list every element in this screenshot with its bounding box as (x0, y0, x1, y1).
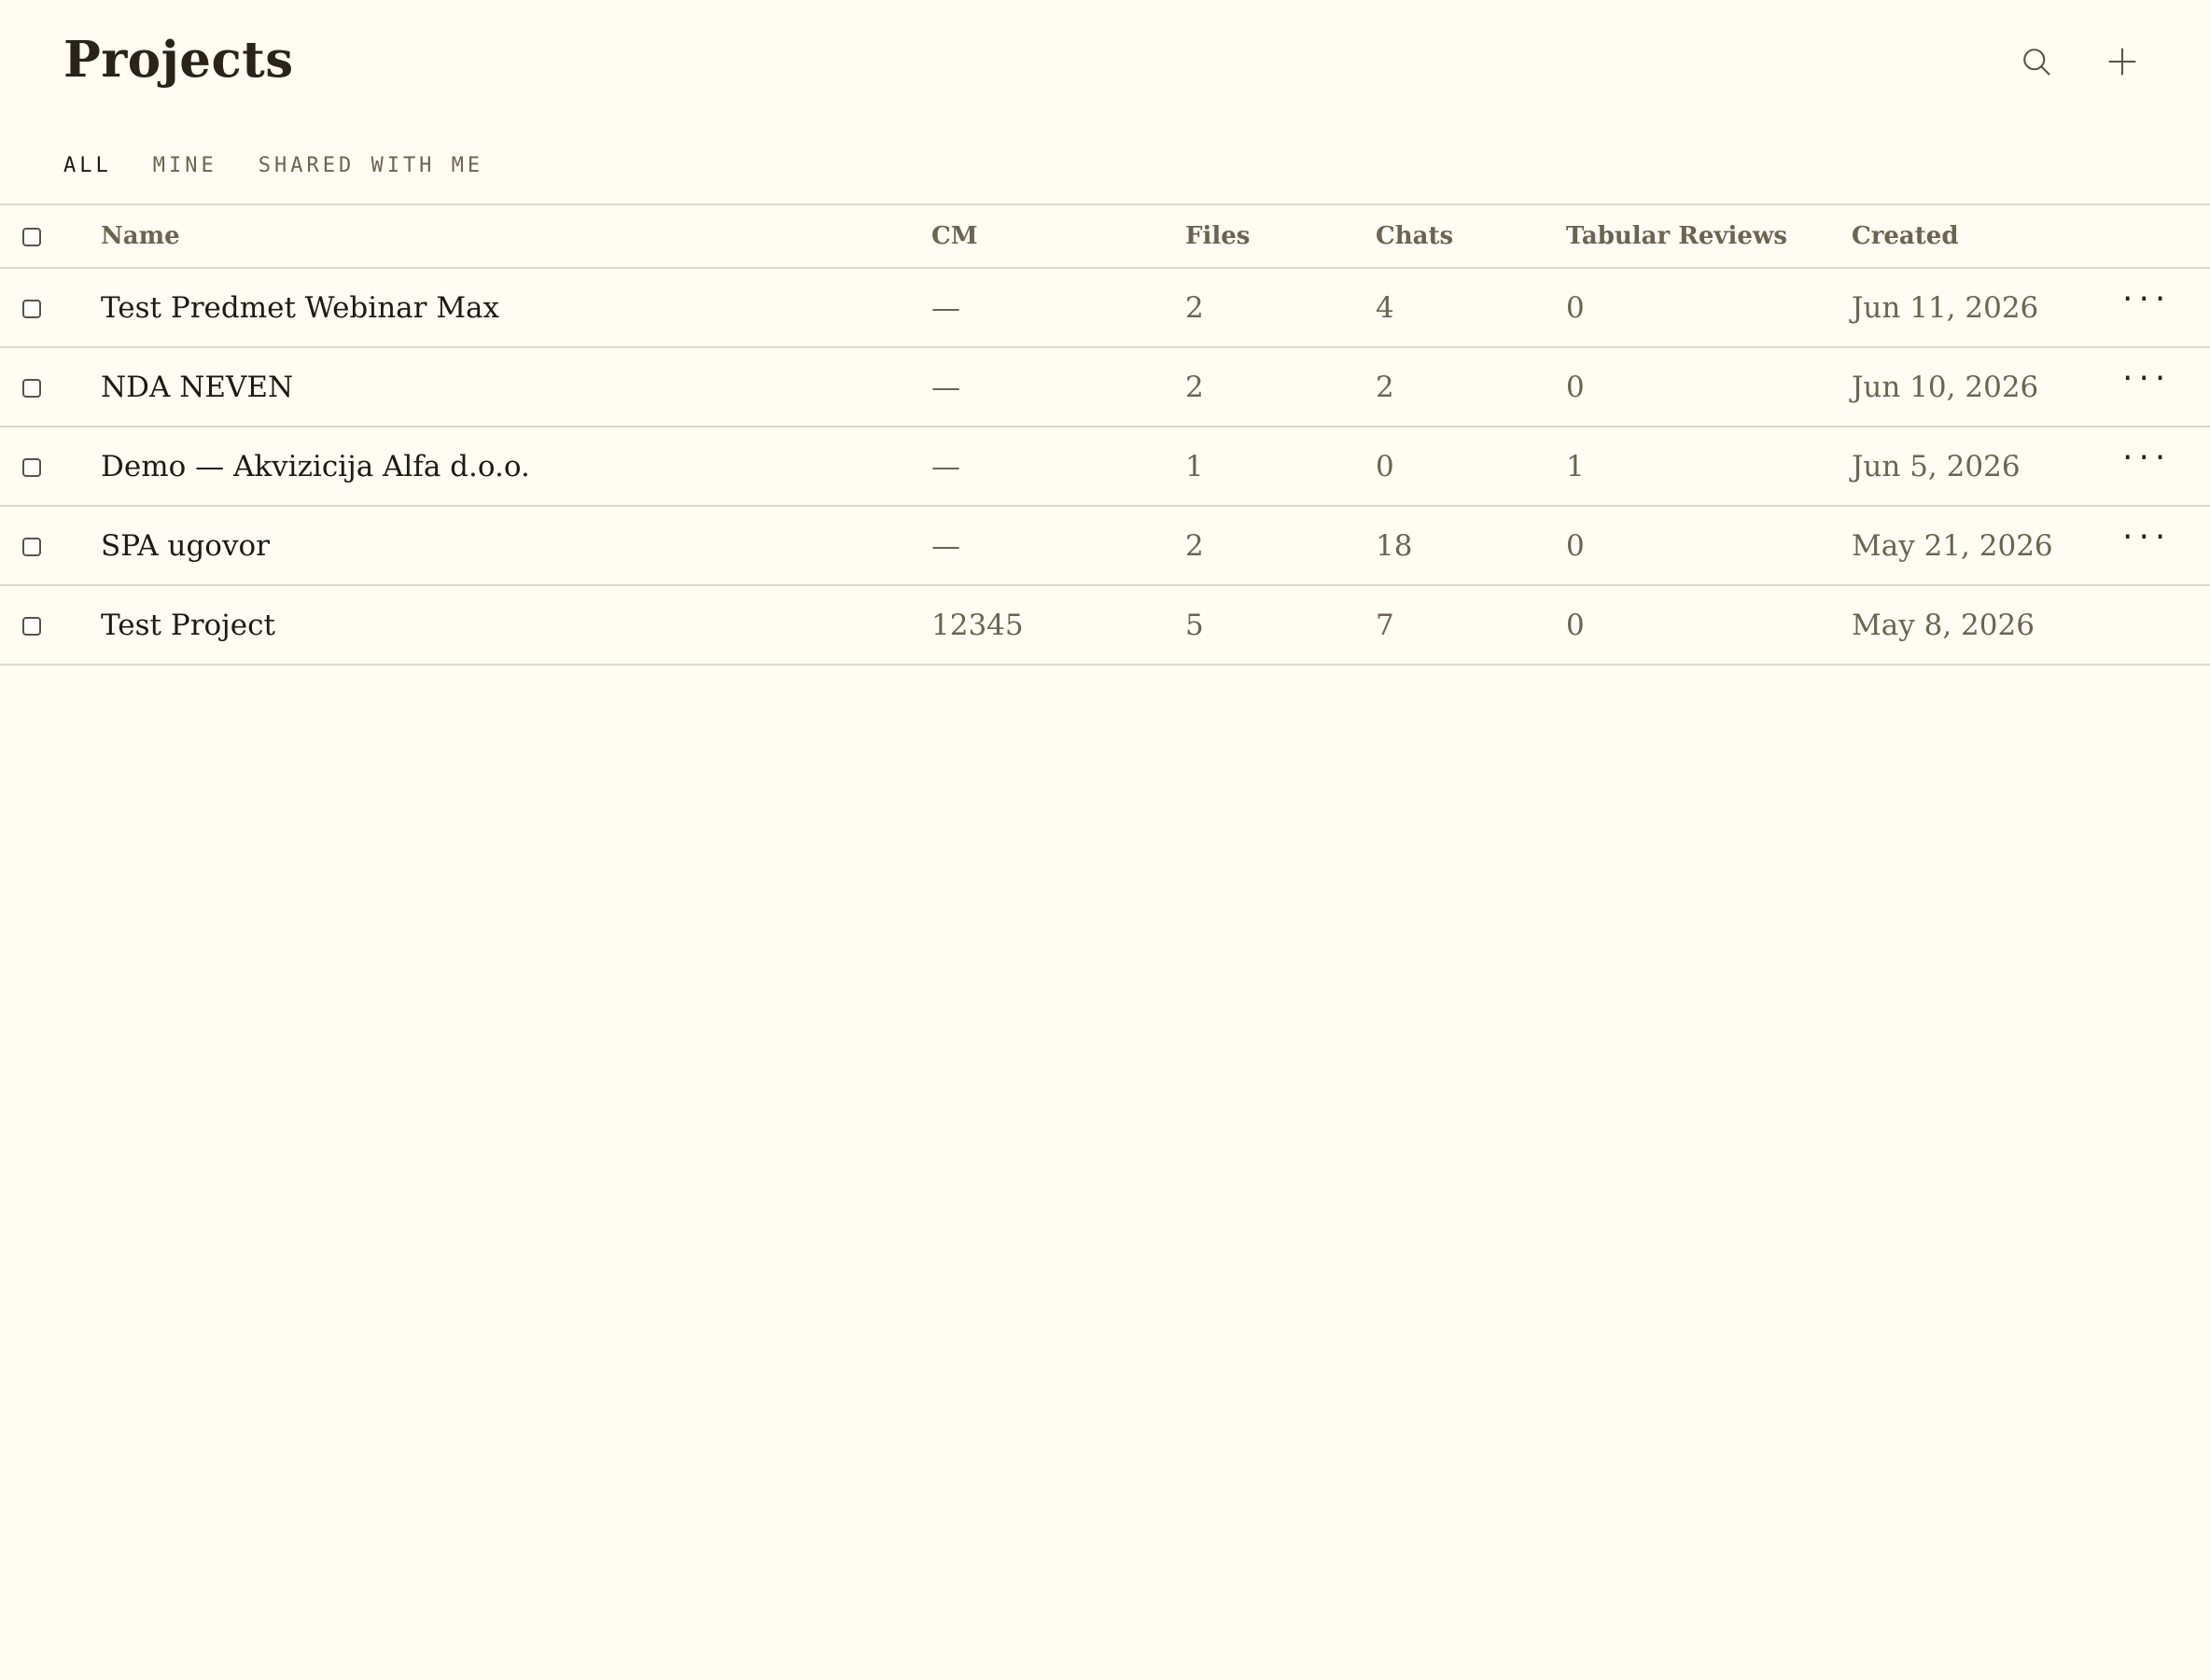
row-actions-cell (2122, 585, 2210, 665)
project-created: Jun 5, 2026 (1852, 449, 2021, 483)
table-row[interactable]: Test Project 12345 5 7 0 May 8, 2026 (0, 585, 2210, 665)
row-actions-cell: ··· (2122, 506, 2210, 585)
project-cm: 12345 (931, 608, 1024, 642)
row-select-cell (0, 427, 101, 506)
project-chats: 7 (1376, 608, 1394, 642)
select-all-cell (0, 204, 101, 268)
row-checkbox[interactable] (22, 617, 41, 636)
tab-shared-with-me[interactable]: SHARED WITH ME (259, 149, 483, 183)
table-header-row: Name CM Files Chats Tabular Reviews Crea… (0, 204, 2210, 268)
project-files: 2 (1185, 528, 1204, 563)
column-header-cm[interactable]: CM (931, 204, 1185, 268)
table-row[interactable]: NDA NEVEN — 2 2 0 Jun 10, 2026 ··· (0, 347, 2210, 427)
row-select-cell (0, 268, 101, 347)
project-tabular-reviews: 1 (1566, 449, 1585, 483)
project-cm: — (931, 290, 960, 325)
plus-icon (2108, 48, 2136, 76)
project-name[interactable]: Test Predmet Webinar Max (101, 268, 931, 347)
project-files: 2 (1185, 370, 1204, 404)
project-tabular-reviews: 0 (1566, 608, 1585, 642)
row-actions-cell: ··· (2122, 268, 2210, 347)
row-select-cell (0, 347, 101, 427)
search-button[interactable] (2012, 37, 2061, 86)
tab-all[interactable]: ALL (63, 149, 112, 183)
row-select-cell (0, 585, 101, 665)
projects-table: Name CM Files Chats Tabular Reviews Crea… (0, 203, 2210, 665)
project-name[interactable]: Test Project (101, 585, 931, 665)
project-cm: — (931, 528, 960, 563)
table-row[interactable]: Test Predmet Webinar Max — 2 4 0 Jun 11,… (0, 268, 2210, 347)
row-checkbox[interactable] (22, 300, 41, 318)
row-actions-cell: ··· (2122, 427, 2210, 506)
more-options-icon[interactable]: ··· (2122, 359, 2171, 398)
row-select-cell (0, 506, 101, 585)
project-files: 1 (1185, 449, 1204, 483)
more-options-icon[interactable]: ··· (2122, 518, 2171, 556)
row-checkbox[interactable] (22, 379, 41, 398)
project-files: 5 (1185, 608, 1204, 642)
project-files: 2 (1185, 290, 1204, 325)
add-project-button[interactable] (2098, 37, 2147, 86)
more-options-icon[interactable]: ··· (2122, 280, 2171, 318)
project-cm: — (931, 370, 960, 404)
column-header-created[interactable]: Created (1852, 204, 2122, 268)
select-all-checkbox[interactable] (22, 228, 41, 246)
column-header-actions (2122, 204, 2210, 268)
column-header-files[interactable]: Files (1185, 204, 1376, 268)
project-created: Jun 11, 2026 (1852, 290, 2039, 325)
search-icon (2023, 49, 2050, 76)
filter-tabs: ALL MINE SHARED WITH ME (63, 149, 483, 183)
row-actions-cell: ··· (2122, 347, 2210, 427)
row-checkbox[interactable] (22, 538, 41, 556)
column-header-name[interactable]: Name (101, 204, 931, 268)
project-created: May 21, 2026 (1852, 528, 2053, 563)
project-created: May 8, 2026 (1852, 608, 2035, 642)
table-row[interactable]: Demo — Akvizicija Alfa d.o.o. — 1 0 1 Ju… (0, 427, 2210, 506)
project-tabular-reviews: 0 (1566, 528, 1585, 563)
tab-mine[interactable]: MINE (153, 149, 217, 183)
top-actions (2012, 37, 2147, 86)
row-checkbox[interactable] (22, 458, 41, 477)
page-title: Projects (63, 31, 294, 89)
project-name[interactable]: NDA NEVEN (101, 347, 931, 427)
project-chats: 2 (1376, 370, 1394, 404)
project-tabular-reviews: 0 (1566, 290, 1585, 325)
projects-page: Projects ALL MINE SHARED WITH ME Name CM (0, 0, 2210, 1680)
project-chats: 4 (1376, 290, 1394, 325)
project-cm: — (931, 449, 960, 483)
project-chats: 18 (1376, 528, 1413, 563)
column-header-tabular-reviews[interactable]: Tabular Reviews (1566, 204, 1852, 268)
project-created: Jun 10, 2026 (1852, 370, 2039, 404)
table-row[interactable]: SPA ugovor — 2 18 0 May 21, 2026 ··· (0, 506, 2210, 585)
project-chats: 0 (1376, 449, 1394, 483)
column-header-chats[interactable]: Chats (1376, 204, 1566, 268)
project-name[interactable]: SPA ugovor (101, 506, 931, 585)
project-name[interactable]: Demo — Akvizicija Alfa d.o.o. (101, 427, 931, 506)
project-tabular-reviews: 0 (1566, 370, 1585, 404)
more-options-icon[interactable]: ··· (2122, 439, 2171, 477)
